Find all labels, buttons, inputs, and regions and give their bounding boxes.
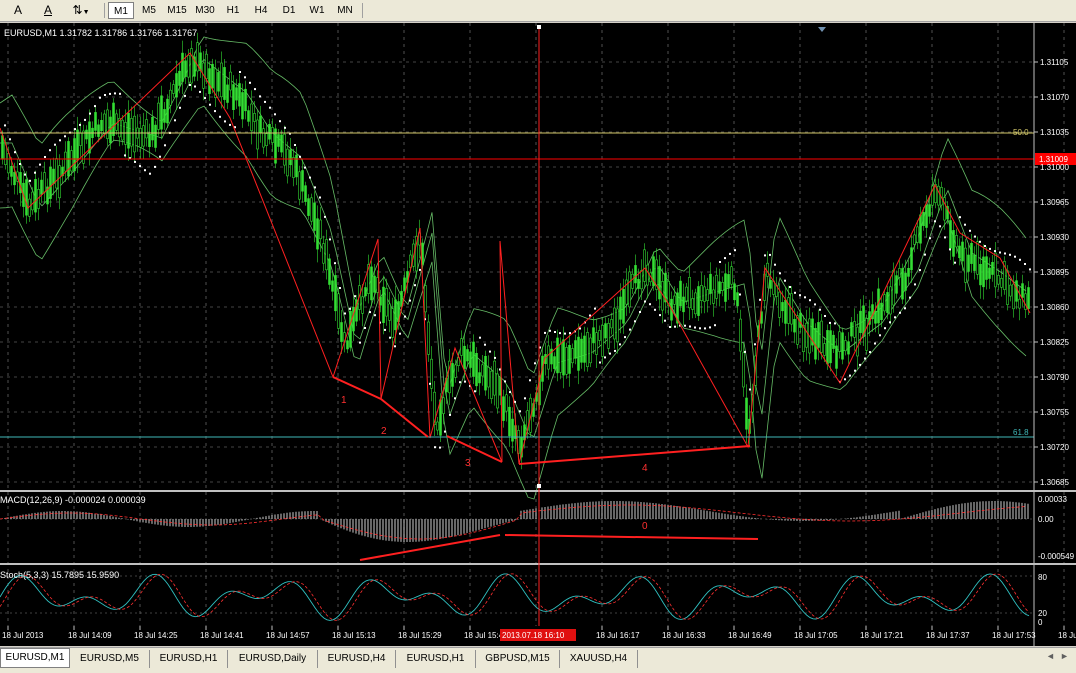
svg-text:20: 20 bbox=[1038, 609, 1047, 618]
tab-eurusd-h4[interactable]: EURUSD,H4 bbox=[318, 650, 396, 668]
timeframe-w1-button[interactable]: W1 bbox=[304, 2, 330, 19]
timeframe-m30-button[interactable]: M30 bbox=[192, 2, 218, 19]
tab-xauusd-h4[interactable]: XAUUSD,H4 bbox=[560, 650, 638, 668]
tab-eurusd-daily[interactable]: EURUSD,Daily bbox=[228, 650, 318, 668]
price-tick-label: 1.30895 bbox=[1040, 268, 1069, 277]
timeframe-m1-button[interactable]: M1 bbox=[108, 2, 134, 19]
time-tick-label: 18 Jul 17:53 bbox=[992, 631, 1036, 640]
price-tick-label: 1.30755 bbox=[1040, 408, 1069, 417]
price-tick-label: 1.30825 bbox=[1040, 338, 1069, 347]
svg-text:0.00033: 0.00033 bbox=[1038, 495, 1067, 504]
stoch-label: Stoch(5,3,3) 15.7895 15.9590 bbox=[0, 570, 119, 580]
price-tick-label: 1.30930 bbox=[1040, 233, 1069, 242]
toolbar: A A ⇅▼ M1 M5 M15 M30 H1 H4 D1 W1 MN bbox=[0, 0, 1076, 22]
time-tick-label: 18 Jul 17:05 bbox=[794, 631, 838, 640]
price-tick-label: 1.30720 bbox=[1040, 443, 1069, 452]
text-label-icon[interactable]: A bbox=[38, 2, 58, 19]
wave-label-1: 1 bbox=[341, 395, 347, 406]
tab-eurusd-h1-2[interactable]: EURUSD,H1 bbox=[396, 650, 476, 668]
timeframe-m15-button[interactable]: M15 bbox=[164, 2, 190, 19]
time-tick-label: 18 Jul 17:37 bbox=[926, 631, 970, 640]
time-tick-label: 18 Jul 14:09 bbox=[68, 631, 112, 640]
fib-618-label: 61.8 bbox=[1013, 428, 1029, 437]
price-tick-label: 1.30685 bbox=[1040, 478, 1069, 487]
wave-label-2: 2 bbox=[381, 426, 387, 437]
time-tick-label: 18 Jul 15:13 bbox=[332, 631, 376, 640]
chart-tab-bar: EURUSD,M1 EURUSD,M5 EURUSD,H1 EURUSD,Dai… bbox=[0, 647, 1076, 673]
wave-label-3: 3 bbox=[465, 458, 471, 469]
tab-scroll-right-icon[interactable]: ► bbox=[1060, 651, 1069, 661]
time-tick-label: 18 Jul 16:33 bbox=[662, 631, 706, 640]
macd-wave-label: 0 bbox=[642, 521, 648, 532]
price-tick-label: 1.31000 bbox=[1040, 163, 1069, 172]
price-tick-label: 1.31105 bbox=[1040, 58, 1069, 67]
svg-text:80: 80 bbox=[1038, 573, 1047, 582]
crosshair-time-label: 2013.07.18 16:10 bbox=[502, 631, 565, 640]
time-tick-label: 18 Jul 17:21 bbox=[860, 631, 904, 640]
time-tick-label: 18 Jul 14:57 bbox=[266, 631, 310, 640]
tab-eurusd-m5[interactable]: EURUSD,M5 bbox=[70, 650, 150, 668]
tab-eurusd-h1[interactable]: EURUSD,H1 bbox=[150, 650, 228, 668]
text-icon[interactable]: A bbox=[8, 2, 28, 19]
arrows-icon[interactable]: ⇅▼ bbox=[68, 2, 94, 19]
timeframe-m5-button[interactable]: M5 bbox=[136, 2, 162, 19]
tab-scroll-left-icon[interactable]: ◄ bbox=[1046, 651, 1055, 661]
svg-text:-0.000549: -0.000549 bbox=[1038, 552, 1075, 561]
time-tick-label: 18 Jul 14:25 bbox=[134, 631, 178, 640]
macd-label: MACD(12,26,9) -0.000024 0.000039 bbox=[0, 495, 146, 505]
time-tick-label: 18 Jul 14:41 bbox=[200, 631, 244, 640]
timeframe-h4-button[interactable]: H4 bbox=[248, 2, 274, 19]
timeframe-h1-button[interactable]: H1 bbox=[220, 2, 246, 19]
svg-text:0: 0 bbox=[1038, 618, 1043, 627]
price-tick-label: 1.31070 bbox=[1040, 93, 1069, 102]
time-tick-label: 18 Jul 15:29 bbox=[398, 631, 442, 640]
price-tick-label: 1.31035 bbox=[1040, 128, 1069, 137]
price-chart[interactable]: 50.0 61.8 1.31009 1 2 3 4 EURUSD,M1 1.31… bbox=[0, 23, 1076, 646]
wave-label-4: 4 bbox=[642, 463, 648, 474]
time-tick-label: 18 Jul 16:49 bbox=[728, 631, 772, 640]
time-tick-label: 18 Jul 16:17 bbox=[596, 631, 640, 640]
price-tick-label: 1.30860 bbox=[1040, 303, 1069, 312]
fib-50-label: 50.0 bbox=[1013, 128, 1029, 137]
time-tick-label: 18 Jul 2013 bbox=[2, 631, 44, 640]
symbol-info: EURUSD,M1 1.31782 1.31786 1.31766 1.3176… bbox=[4, 28, 197, 38]
time-tick-label: 18 Jul 18:09 bbox=[1058, 631, 1076, 640]
svg-text:0.00: 0.00 bbox=[1038, 515, 1054, 524]
tab-gbpusd-m15[interactable]: GBPUSD,M15 bbox=[476, 650, 560, 668]
timeframe-mn-button[interactable]: MN bbox=[332, 2, 358, 19]
price-tick-label: 1.30790 bbox=[1040, 373, 1069, 382]
tab-eurusd-m1[interactable]: EURUSD,M1 bbox=[0, 648, 70, 668]
timeframe-d1-button[interactable]: D1 bbox=[276, 2, 302, 19]
price-tick-label: 1.30965 bbox=[1040, 198, 1069, 207]
